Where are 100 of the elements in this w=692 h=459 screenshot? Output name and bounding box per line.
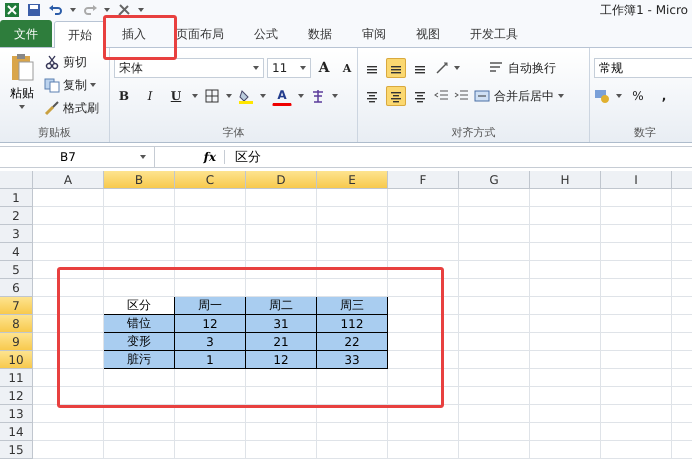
spreadsheet-cell[interactable] (388, 369, 459, 387)
caret-icon[interactable] (260, 94, 266, 98)
merge-center-button[interactable]: 合并后居中 (494, 88, 554, 105)
align-lines-icon[interactable] (365, 89, 379, 104)
grow-font-button[interactable]: A (314, 58, 334, 78)
caret-icon[interactable] (300, 66, 306, 70)
caret-icon[interactable] (454, 66, 460, 70)
spreadsheet-cell[interactable] (459, 351, 530, 369)
caret-icon[interactable] (332, 94, 338, 98)
column-header[interactable]: A (33, 171, 104, 189)
spreadsheet-cell[interactable] (530, 261, 601, 279)
caret-icon[interactable] (140, 154, 146, 159)
row-header[interactable]: 13 (0, 405, 33, 423)
spreadsheet-cell[interactable] (317, 423, 388, 441)
spreadsheet-cell[interactable] (104, 225, 175, 243)
ribbon-tab[interactable]: 数据 (294, 20, 346, 48)
column-header[interactable]: H (530, 171, 601, 189)
spreadsheet-cell[interactable] (104, 369, 175, 387)
spreadsheet-cell[interactable] (459, 225, 530, 243)
spreadsheet-cell[interactable] (175, 189, 246, 207)
row-header[interactable]: 9 (0, 333, 33, 351)
spreadsheet-cell[interactable] (246, 279, 317, 297)
fill-bucket-icon[interactable] (238, 88, 254, 104)
caret-icon[interactable] (19, 105, 25, 110)
spreadsheet-cell[interactable] (388, 297, 459, 315)
spreadsheet-cell[interactable] (246, 243, 317, 261)
spreadsheet-cell[interactable] (388, 333, 459, 351)
row-header[interactable]: 10 (0, 351, 33, 369)
underline-button[interactable]: U (166, 86, 186, 106)
spreadsheet-cell[interactable] (530, 279, 601, 297)
spreadsheet-cell[interactable] (317, 279, 388, 297)
spreadsheet-cell[interactable] (104, 387, 175, 405)
spreadsheet-cell[interactable] (530, 207, 601, 225)
spreadsheet-cell[interactable] (530, 423, 601, 441)
spreadsheet-cell[interactable] (601, 423, 672, 441)
paste-icon[interactable] (9, 52, 35, 82)
spreadsheet-cell[interactable] (33, 315, 104, 333)
caret-icon[interactable] (192, 94, 198, 98)
spreadsheet-cell[interactable] (175, 225, 246, 243)
format-painter-button[interactable]: 格式刷 (63, 100, 99, 117)
spreadsheet-cell[interactable] (530, 189, 601, 207)
spreadsheet-cell[interactable] (459, 297, 530, 315)
spreadsheet-cell[interactable] (33, 423, 104, 441)
spreadsheet-cell[interactable] (530, 225, 601, 243)
spreadsheet-cell[interactable] (459, 441, 530, 459)
spreadsheet-cell[interactable] (601, 405, 672, 423)
column-header[interactable]: E (317, 171, 388, 189)
spreadsheet-cell[interactable] (175, 279, 246, 297)
spreadsheet-cell[interactable] (104, 279, 175, 297)
caret-icon[interactable] (298, 94, 304, 98)
spreadsheet-cell[interactable] (246, 423, 317, 441)
spreadsheet-cell[interactable] (601, 279, 672, 297)
spreadsheet-cell[interactable] (246, 189, 317, 207)
spreadsheet-cell[interactable] (33, 333, 104, 351)
spreadsheet-cell[interactable] (33, 387, 104, 405)
spreadsheet-cell[interactable] (459, 369, 530, 387)
caret-icon[interactable] (616, 94, 622, 98)
spreadsheet-cell[interactable] (530, 333, 601, 351)
spreadsheet-cell[interactable] (317, 243, 388, 261)
currency-icon[interactable] (594, 88, 610, 104)
row-header[interactable]: 8 (0, 315, 33, 333)
spreadsheet-cell[interactable] (601, 333, 672, 351)
column-header[interactable]: B (104, 171, 175, 189)
spreadsheet-cell[interactable] (459, 189, 530, 207)
spreadsheet-logo-icon[interactable] (4, 2, 20, 18)
spreadsheet-cell[interactable] (104, 189, 175, 207)
spreadsheet-cell[interactable] (388, 387, 459, 405)
align-lines-icon[interactable] (413, 89, 427, 104)
spreadsheet-cell[interactable] (459, 387, 530, 405)
caret-icon[interactable] (138, 8, 144, 12)
caret-icon[interactable] (70, 8, 76, 12)
caret-icon[interactable] (226, 94, 232, 98)
spreadsheet-cell[interactable] (33, 297, 104, 315)
shrink-font-button[interactable]: A (337, 58, 357, 78)
spreadsheet-cell[interactable] (601, 243, 672, 261)
row-header[interactable]: 12 (0, 387, 33, 405)
spreadsheet-cell[interactable] (317, 225, 388, 243)
copy-button[interactable]: 复制 (63, 76, 87, 94)
spreadsheet-cell[interactable] (388, 279, 459, 297)
spreadsheet-cell[interactable] (33, 225, 104, 243)
orientation-icon[interactable] (434, 60, 450, 76)
column-header[interactable]: C (175, 171, 246, 189)
brush-icon[interactable] (44, 100, 60, 116)
spreadsheet-cell[interactable] (530, 441, 601, 459)
scissors-icon[interactable] (44, 54, 60, 70)
spreadsheet-cell[interactable] (317, 441, 388, 459)
caret-icon[interactable] (90, 83, 96, 88)
spreadsheet-cell[interactable] (530, 243, 601, 261)
spreadsheet-cell[interactable] (246, 369, 317, 387)
spreadsheet-cell[interactable] (601, 189, 672, 207)
spreadsheet-cell[interactable] (317, 189, 388, 207)
spreadsheet-cell[interactable] (388, 315, 459, 333)
spreadsheet-cell[interactable] (33, 351, 104, 369)
spreadsheet-cell[interactable] (33, 189, 104, 207)
spreadsheet-cell[interactable] (601, 369, 672, 387)
spreadsheet-cell[interactable] (459, 279, 530, 297)
spreadsheet-cell[interactable] (388, 441, 459, 459)
row-header[interactable]: 3 (0, 225, 33, 243)
phonetic-icon[interactable] (310, 88, 326, 104)
ribbon-tab[interactable]: 公式 (240, 20, 292, 48)
